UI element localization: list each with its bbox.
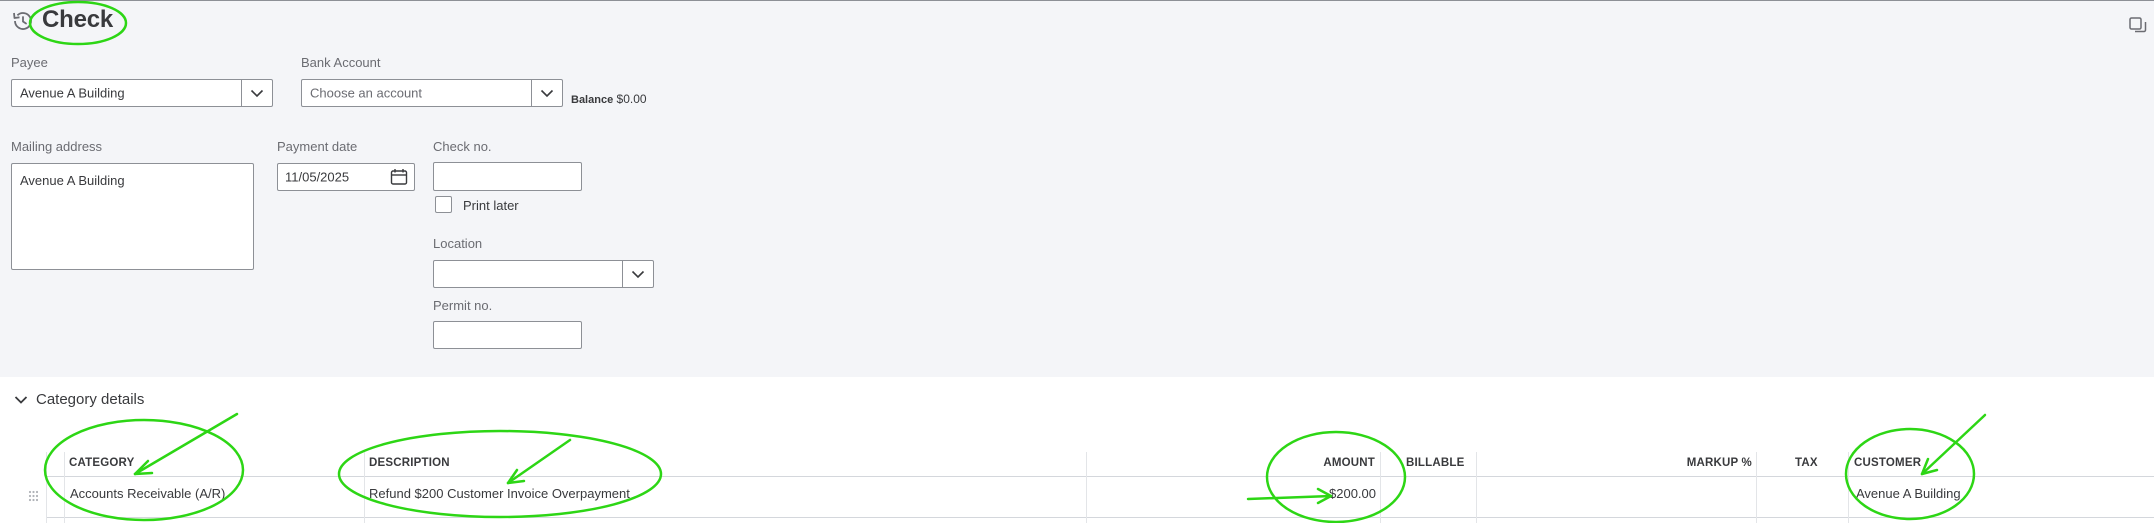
- location-label: Location: [433, 236, 483, 251]
- column-divider: [1380, 452, 1381, 523]
- location-dropdown[interactable]: [433, 260, 654, 288]
- calendar-icon[interactable]: [388, 166, 410, 188]
- table-row-divider: [46, 517, 2154, 518]
- column-divider: [1476, 452, 1477, 523]
- check-number-label: Check no.: [433, 139, 492, 154]
- column-divider: [1086, 452, 1087, 523]
- row-customer-cell[interactable]: Avenue A Building: [1856, 486, 1961, 501]
- payment-date-value: 11/05/2025: [285, 169, 350, 185]
- drag-handle-icon[interactable]: [28, 490, 38, 502]
- chevron-down-icon: [14, 395, 28, 404]
- category-arrow: [133, 412, 239, 476]
- payment-date-input[interactable]: 11/05/2025: [277, 163, 415, 191]
- mailing-address-textarea[interactable]: Avenue A Building: [11, 163, 254, 270]
- column-divider: [64, 452, 65, 523]
- column-header-tax[interactable]: TAX: [1795, 457, 1818, 469]
- customer-arrow: [1920, 413, 1987, 476]
- history-icon[interactable]: [10, 8, 36, 34]
- bank-account-label: Bank Account: [301, 55, 381, 70]
- column-divider: [1848, 452, 1849, 523]
- balance-label: Balance: [571, 94, 614, 106]
- table-header-divider: [46, 476, 2154, 477]
- column-header-markup[interactable]: MARKUP %: [1600, 457, 1752, 469]
- category-details-toggle[interactable]: Category details: [14, 391, 144, 408]
- row-category-cell[interactable]: Accounts Receivable (A/R): [70, 486, 225, 501]
- location-chevron-down-icon[interactable]: [622, 261, 653, 287]
- bank-account-dropdown[interactable]: Choose an account: [301, 79, 563, 107]
- check-number-input[interactable]: [433, 162, 582, 191]
- mailing-address-label: Mailing address: [11, 139, 103, 154]
- bank-account-chevron-down-icon[interactable]: [531, 80, 562, 106]
- amount-highlight-ellipse: [1265, 430, 1407, 523]
- print-later-checkbox[interactable]: [435, 196, 452, 213]
- page-title: Check: [42, 6, 114, 33]
- column-divider: [1756, 452, 1757, 523]
- column-divider: [46, 452, 47, 523]
- column-header-category[interactable]: CATEGORY: [69, 457, 135, 469]
- row-amount-cell[interactable]: $200.00: [1200, 486, 1376, 501]
- copy-icon[interactable]: [2128, 16, 2148, 36]
- payment-date-label: Payment date: [277, 139, 358, 154]
- column-header-customer[interactable]: CUSTOMER: [1854, 457, 1921, 469]
- category-highlight-ellipse: [43, 418, 245, 522]
- row-description-cell[interactable]: Refund $200 Customer Invoice Overpayment: [369, 486, 630, 501]
- payee-chevron-down-icon[interactable]: [241, 80, 272, 106]
- column-divider: [364, 452, 365, 523]
- column-header-description[interactable]: DESCRIPTION: [369, 457, 450, 469]
- category-details-title: Category details: [36, 391, 145, 408]
- bank-account-placeholder: Choose an account: [310, 85, 423, 101]
- payee-value: Avenue A Building: [20, 85, 125, 101]
- column-header-amount[interactable]: AMOUNT: [1200, 457, 1375, 469]
- permit-number-label: Permit no.: [433, 298, 493, 313]
- payee-label: Payee: [11, 55, 48, 70]
- customer-highlight-ellipse: [1844, 427, 1976, 521]
- mailing-address-value: Avenue A Building: [20, 173, 125, 188]
- print-later-label: Print later: [463, 198, 519, 213]
- description-highlight-ellipse: [337, 429, 663, 519]
- balance-display: Balance $0.00: [571, 92, 647, 106]
- payee-dropdown[interactable]: Avenue A Building: [11, 79, 273, 107]
- balance-value: $0.00: [616, 92, 647, 106]
- column-header-billable[interactable]: BILLABLE: [1406, 457, 1464, 469]
- permit-number-input[interactable]: [433, 321, 582, 349]
